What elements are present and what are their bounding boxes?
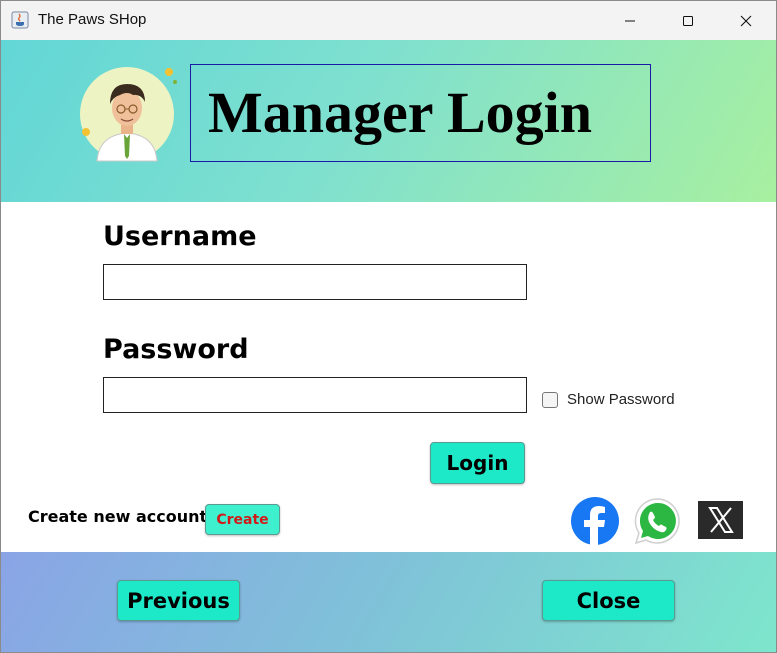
create-account-label: Create new account xyxy=(28,507,208,526)
maximize-icon xyxy=(683,15,693,26)
manager-avatar-icon xyxy=(80,67,177,162)
close-button[interactable]: Close xyxy=(542,580,675,621)
title-box: Manager Login xyxy=(190,64,651,162)
previous-button[interactable]: Previous xyxy=(117,580,240,621)
title-bar: The Paws SHop xyxy=(1,1,776,40)
window-title: The Paws SHop xyxy=(38,11,147,28)
show-password-toggle[interactable]: Show Password xyxy=(542,391,675,408)
app-window: The Paws SHop Manager Login Username Pas… xyxy=(0,0,777,653)
maximize-button[interactable] xyxy=(659,1,717,40)
minimize-icon xyxy=(625,20,635,21)
username-input[interactable] xyxy=(103,264,527,300)
create-account-button[interactable]: Create xyxy=(205,504,280,535)
footer-bar: Previous Close xyxy=(1,552,776,652)
login-button[interactable]: Login xyxy=(430,442,525,484)
x-icon[interactable] xyxy=(696,496,746,546)
password-label: Password xyxy=(103,334,249,365)
close-window-button[interactable] xyxy=(717,1,775,40)
password-input[interactable] xyxy=(103,377,527,413)
show-password-label: Show Password xyxy=(567,391,675,408)
whatsapp-icon[interactable] xyxy=(632,496,682,546)
header-banner: Manager Login xyxy=(1,40,776,202)
close-icon xyxy=(740,15,752,26)
show-password-checkbox[interactable] xyxy=(542,391,558,408)
username-label: Username xyxy=(103,221,257,252)
page-title: Manager Login xyxy=(208,80,592,145)
facebook-icon[interactable] xyxy=(570,496,620,546)
minimize-button[interactable] xyxy=(601,1,659,40)
java-app-icon xyxy=(11,11,29,29)
